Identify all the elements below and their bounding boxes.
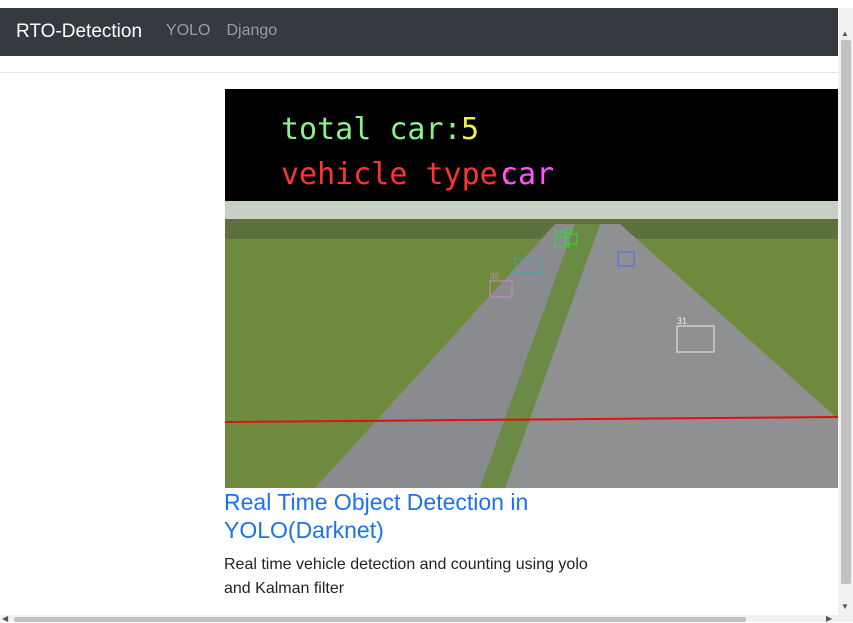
card-description: Real time vehicle detection and counting… (224, 556, 588, 597)
box-id: 25 (564, 226, 573, 235)
browser-top-strip (0, 0, 853, 8)
nav-link-yolo[interactable]: YOLO (166, 22, 210, 40)
box-id: 37 (554, 229, 563, 238)
card-title[interactable]: Real Time Object Detection in YOLO(Darkn… (224, 488, 604, 544)
total-car-label: total car: (281, 112, 462, 147)
nav-link-django[interactable]: Django (226, 22, 277, 40)
box-id: 31 (677, 316, 687, 326)
total-car-count: 5 (461, 112, 479, 147)
video-frame-svg: total car: 5 vehicle type: car 37 25 35 … (225, 89, 838, 488)
divider (0, 72, 838, 73)
box-id: 35 (490, 272, 499, 281)
scroll-up-icon[interactable]: ▲ (840, 30, 850, 38)
navbar: RTO-Detection YOLO Django (0, 8, 838, 56)
vehicle-type-value: car (500, 157, 554, 192)
scroll-down-icon[interactable]: ▼ (840, 603, 850, 611)
detection-video-frame: total car: 5 vehicle type: car 37 25 35 … (225, 89, 838, 488)
horizontal-scrollbar-thumb[interactable] (14, 617, 746, 622)
navbar-brand[interactable]: RTO-Detection (16, 21, 142, 43)
vehicle-type-label: vehicle type: (281, 157, 516, 192)
vertical-scrollbar-thumb[interactable] (841, 40, 851, 584)
